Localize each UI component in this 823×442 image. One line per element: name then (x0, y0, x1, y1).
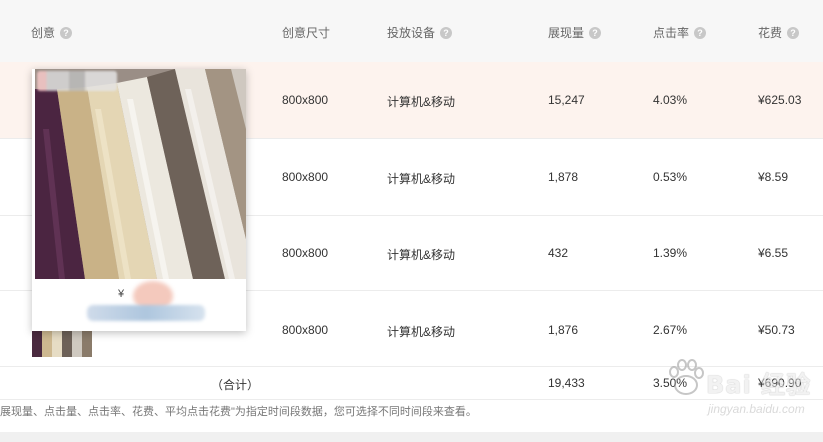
redacted-shop-label (37, 71, 117, 91)
impressions-value: 15,247 (548, 93, 585, 107)
total-impressions: 19,433 (548, 376, 585, 390)
table-header: 创意 ? 创意尺寸 投放设备 ? 展现量 ? 点击率 ? 花费 ? (0, 0, 823, 63)
creative-size: 800x800 (282, 170, 329, 184)
impressions-value: 1,878 (548, 170, 579, 184)
help-icon[interactable]: ? (787, 26, 800, 39)
redacted-title (87, 305, 205, 321)
bottom-bar (0, 432, 823, 442)
creative-thumbnail[interactable] (32, 331, 92, 357)
impressions-value: 432 (548, 246, 569, 260)
total-label: （合计） (211, 378, 260, 392)
creative-size: 800x800 (282, 93, 329, 107)
creative-preview-image (35, 69, 246, 279)
watermark-text: Bai 经验 (706, 371, 812, 399)
header-impressions-label: 展现量 (548, 26, 585, 40)
device-type: 计算机&移动 (387, 172, 456, 186)
baidu-jingyan-watermark: Bai 经验 jingyan.baidu.com (668, 352, 818, 432)
header-ctr[interactable]: 点击率 ? (653, 24, 707, 41)
help-icon[interactable]: ? (589, 26, 602, 39)
creative-size: 800x800 (282, 246, 329, 260)
device-type: 计算机&移动 (387, 95, 456, 109)
price-prefix: ¥ (118, 288, 125, 300)
help-icon[interactable]: ? (60, 26, 73, 39)
header-cost[interactable]: 花费 ? (758, 24, 800, 41)
creative-preview-popup: ¥ (32, 69, 246, 331)
header-device: 投放设备 ? (387, 24, 453, 41)
paw-logo-icon (669, 359, 704, 395)
ctr-value: 4.03% (653, 93, 688, 107)
help-icon[interactable]: ? (694, 26, 707, 39)
device-type: 计算机&移动 (387, 248, 456, 262)
cost-value: ¥6.55 (758, 246, 789, 260)
header-creative: 创意 ? (31, 24, 73, 41)
cost-value: ¥8.59 (758, 170, 789, 184)
device-type: 计算机&移动 (387, 325, 456, 339)
header-size: 创意尺寸 (282, 24, 330, 41)
creative-size: 800x800 (282, 323, 329, 337)
fabric-rolls-image (35, 69, 246, 279)
ctr-value: 2.67% (653, 323, 688, 337)
header-cost-label: 花费 (758, 26, 783, 40)
impressions-value: 1,876 (548, 323, 579, 337)
cost-value: ¥625.03 (758, 93, 802, 107)
header-ctr-label: 点击率 (653, 26, 690, 40)
data-period-note: 展现量、点击量、点击率、花费、平均点击花费"为指定时间段数据，您可选择不同时间段… (0, 406, 477, 418)
ctr-value: 0.53% (653, 170, 688, 184)
watermark-url: jingyan.baidu.com (708, 402, 805, 416)
header-impressions[interactable]: 展现量 ? (548, 24, 602, 41)
fabric-rolls-thumbnail-image (32, 331, 92, 357)
header-device-label: 投放设备 (387, 26, 436, 40)
help-icon[interactable]: ? (440, 26, 453, 39)
header-size-label: 创意尺寸 (282, 26, 331, 40)
cost-value: ¥50.73 (758, 323, 795, 337)
ctr-value: 1.39% (653, 246, 688, 260)
header-creative-label: 创意 (31, 26, 56, 40)
